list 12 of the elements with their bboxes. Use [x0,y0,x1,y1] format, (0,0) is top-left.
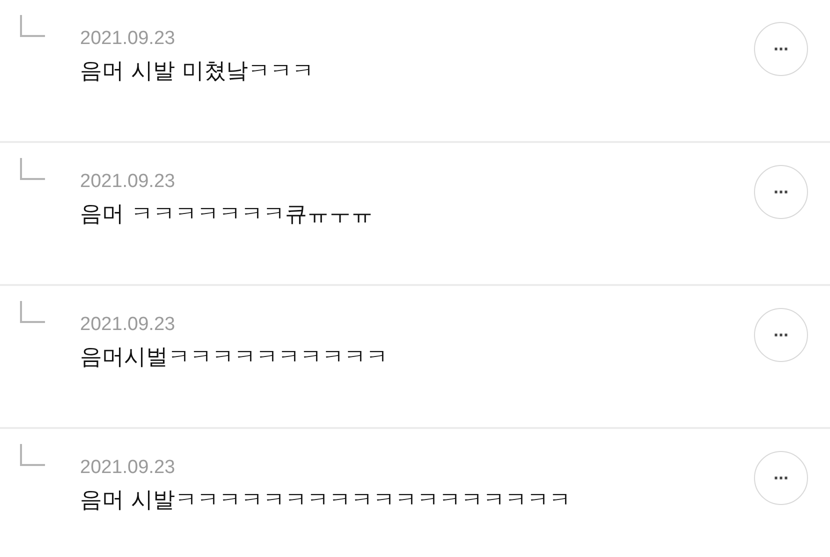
comment-text: 음머 ㅋㅋㅋㅋㅋㅋㅋ큐ㅠㅜㅠ [80,201,374,229]
comment-date: 2021.09.23 [80,456,176,480]
more-button[interactable]: ··· [754,308,808,362]
comment-text: 음머 시발ㅋㅋㅋㅋㅋㅋㅋㅋㅋㅋㅋㅋㅋㅋㅋㅋㅋㅋ [80,487,572,515]
comment-date: 2021.09.23 [80,170,176,194]
comment-date: 2021.09.23 [80,27,176,51]
comment-text: 음머 시발 미쳤낰ㅋㅋㅋ [80,58,315,86]
more-button[interactable]: ··· [754,165,808,219]
more-button[interactable]: ··· [754,22,808,76]
comment-date: 2021.09.23 [80,313,176,337]
comment-text: 음머시벌ㅋㅋㅋㅋㅋㅋㅋㅋㅋㅋ [80,344,389,372]
more-button[interactable]: ··· [754,451,808,505]
